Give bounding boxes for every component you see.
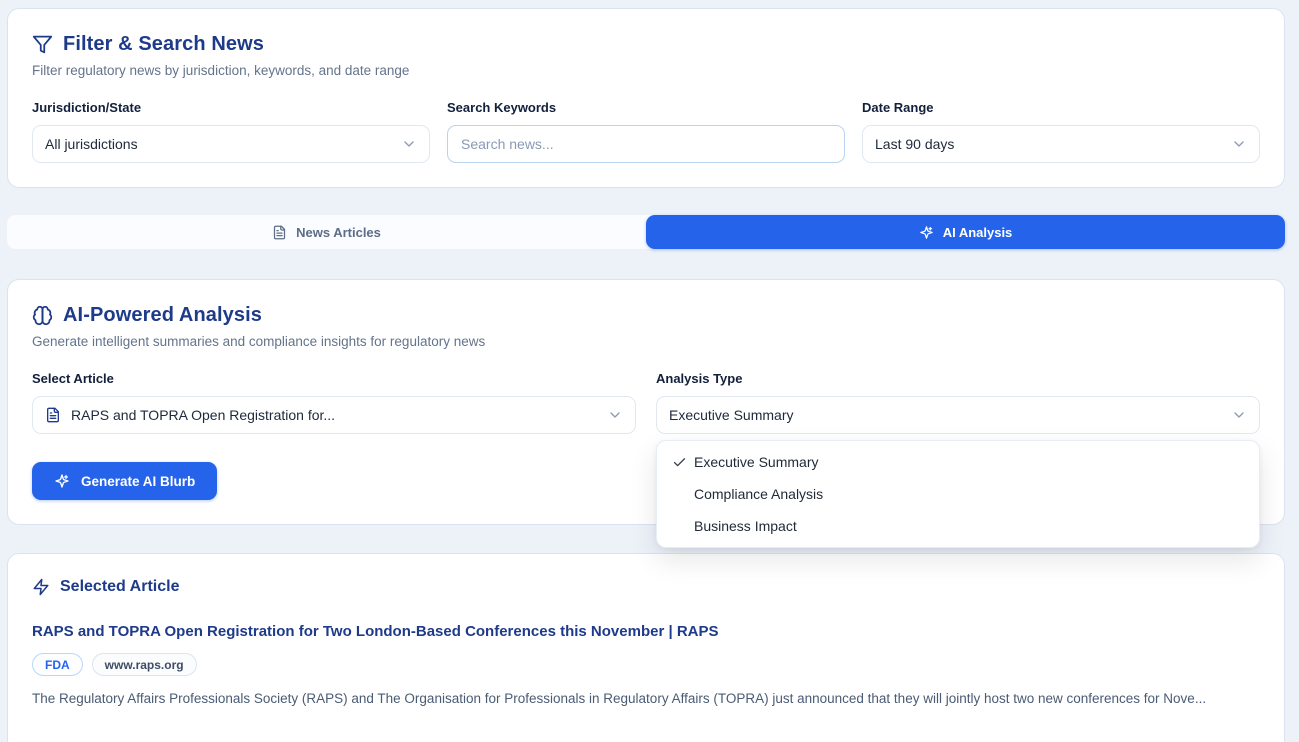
analysis-type-select-wrap: Executive Summary Executive Summary xyxy=(656,396,1260,434)
dropdown-option-label: Compliance Analysis xyxy=(694,486,823,502)
select-article-label: Select Article xyxy=(32,371,636,386)
analysis-card-subtitle: Generate intelligent summaries and compl… xyxy=(32,334,1260,349)
analysis-grid: Select Article RAPS and TOPRA Open Regis… xyxy=(32,371,1260,500)
sparkles-icon xyxy=(919,225,934,240)
date-range-label: Date Range xyxy=(862,100,1260,115)
selected-article-card: Selected Article RAPS and TOPRA Open Reg… xyxy=(7,553,1285,742)
analysis-card-header: AI-Powered Analysis xyxy=(32,304,1260,327)
analysis-type-dropdown-menu: Executive Summary Compliance Analysis Bu… xyxy=(656,440,1260,548)
article-select-value: RAPS and TOPRA Open Registration for... xyxy=(71,407,335,423)
sparkles-icon xyxy=(54,473,70,489)
chevron-down-icon xyxy=(1231,407,1247,423)
source-badge-fda: FDA xyxy=(32,653,83,676)
filter-funnel-icon xyxy=(32,34,53,55)
date-range-select[interactable]: Last 90 days xyxy=(862,125,1260,163)
filter-card-subtitle: Filter regulatory news by jurisdiction, … xyxy=(32,63,1260,78)
article-select[interactable]: RAPS and TOPRA Open Registration for... xyxy=(32,396,636,434)
date-range-value: Last 90 days xyxy=(875,136,954,152)
select-article-field: Select Article RAPS and TOPRA Open Regis… xyxy=(32,371,636,500)
check-icon xyxy=(671,455,687,470)
view-tabs: News Articles AI Analysis xyxy=(7,215,1285,249)
keywords-field: Search Keywords xyxy=(447,100,845,163)
brain-icon xyxy=(32,305,53,326)
page: Filter & Search News Filter regulatory n… xyxy=(0,0,1299,742)
filter-grid: Jurisdiction/State All jurisdictions Sea… xyxy=(32,100,1260,163)
tab-news-label: News Articles xyxy=(296,225,381,240)
filter-card-title: Filter & Search News xyxy=(63,33,264,56)
ai-analysis-card: AI-Powered Analysis Generate intelligent… xyxy=(7,279,1285,525)
filter-search-card: Filter & Search News Filter regulatory n… xyxy=(7,8,1285,188)
badge-row: FDA www.raps.org xyxy=(32,653,1260,676)
search-input[interactable] xyxy=(447,125,845,163)
dropdown-option-business-impact[interactable]: Business Impact xyxy=(657,510,1259,542)
jurisdiction-select[interactable]: All jurisdictions xyxy=(32,125,430,163)
jurisdiction-field: Jurisdiction/State All jurisdictions xyxy=(32,100,430,163)
dropdown-option-compliance-analysis[interactable]: Compliance Analysis xyxy=(657,478,1259,510)
article-excerpt: The Regulatory Affairs Professionals Soc… xyxy=(32,691,1260,706)
filter-card-header: Filter & Search News xyxy=(32,33,1260,56)
chevron-down-icon xyxy=(401,136,417,152)
generate-button-label: Generate AI Blurb xyxy=(81,474,195,489)
tab-ai-label: AI Analysis xyxy=(943,225,1013,240)
article-card-title: Selected Article xyxy=(60,578,179,596)
zap-icon xyxy=(32,578,50,596)
chevron-down-icon xyxy=(607,407,623,423)
file-text-icon xyxy=(272,225,287,240)
keywords-label: Search Keywords xyxy=(447,100,845,115)
dropdown-option-label: Business Impact xyxy=(694,518,797,534)
dropdown-option-executive-summary[interactable]: Executive Summary xyxy=(657,446,1259,478)
date-range-field: Date Range Last 90 days xyxy=(862,100,1260,163)
generate-ai-blurb-button[interactable]: Generate AI Blurb xyxy=(32,462,217,500)
tab-ai-analysis[interactable]: AI Analysis xyxy=(646,215,1285,249)
article-card-header: Selected Article xyxy=(32,578,1260,596)
analysis-card-title: AI-Powered Analysis xyxy=(63,304,262,327)
jurisdiction-value: All jurisdictions xyxy=(45,136,138,152)
tab-news-articles[interactable]: News Articles xyxy=(7,215,646,249)
analysis-type-field: Analysis Type Executive Summary xyxy=(656,371,1260,500)
source-badge-url: www.raps.org xyxy=(92,653,197,676)
file-text-icon xyxy=(45,407,61,423)
chevron-down-icon xyxy=(1231,136,1247,152)
analysis-type-select[interactable]: Executive Summary xyxy=(656,396,1260,434)
article-headline: RAPS and TOPRA Open Registration for Two… xyxy=(32,623,1260,640)
jurisdiction-label: Jurisdiction/State xyxy=(32,100,430,115)
analysis-type-label: Analysis Type xyxy=(656,371,1260,386)
analysis-type-value: Executive Summary xyxy=(669,407,793,423)
dropdown-option-label: Executive Summary xyxy=(694,454,818,470)
